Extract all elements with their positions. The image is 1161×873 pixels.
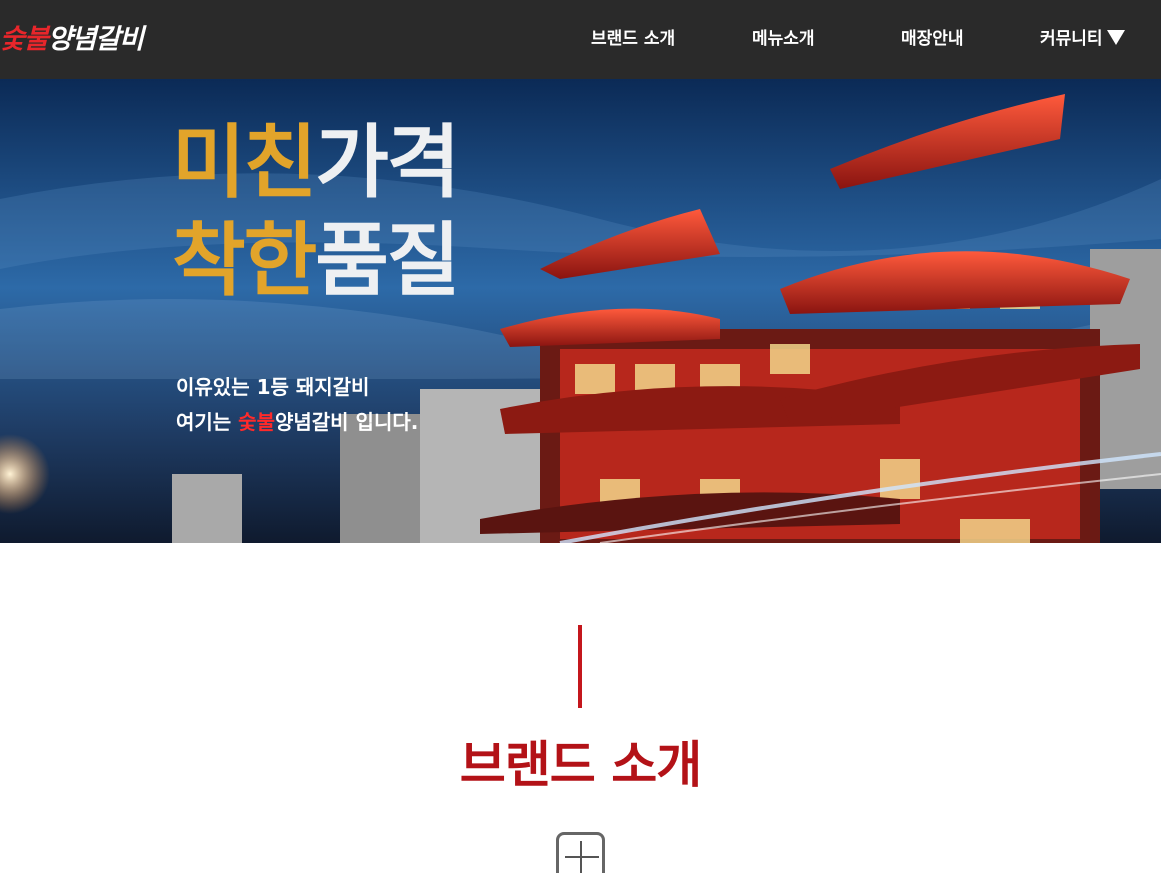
nav-item-label: 브랜드 소개	[591, 29, 676, 49]
more-plus-button[interactable]	[556, 832, 605, 873]
nav-item-label: 커뮤니티	[1040, 29, 1103, 49]
hero-subtitle-suffix: 입니다.	[348, 410, 419, 434]
nav-item-menu[interactable]: 메뉴소개	[752, 0, 815, 79]
hero-subtitle-red: 숯불	[238, 410, 275, 434]
hero-headline-white: 가격	[315, 116, 460, 209]
main-nav: 브랜드 소개 메뉴소개 매장안내 커뮤니티	[0, 0, 1161, 79]
nav-item-stores[interactable]: 매장안내	[901, 0, 964, 79]
hero-banner: 미친가격 착한품질 이유있는 1등 돼지갈비 여기는 숯불양념갈비 입니다.	[0, 79, 1161, 543]
hero-subtitle-prefix: 여기는	[176, 410, 239, 434]
nav-item-label: 메뉴소개	[752, 29, 815, 49]
hero-headline-line2: 착한품질	[172, 221, 460, 301]
hero-headline-white: 품질	[315, 214, 460, 307]
hero-subtitle-line2: 여기는 숯불양념갈비 입니다.	[176, 412, 418, 432]
nav-item-community[interactable]: 커뮤니티	[1040, 0, 1125, 79]
hero-subtitle-line1: 이유있는 1등 돼지갈비	[176, 375, 370, 399]
nav-item-brand[interactable]: 브랜드 소개	[591, 0, 675, 79]
hero-headline-gold: 미친	[172, 116, 317, 209]
section-title: 브랜드 소개	[459, 736, 702, 794]
hero-subtitle-brand: 양념갈비	[274, 410, 349, 434]
hero-headline-line1: 미친가격	[172, 123, 460, 203]
site-header: 숯불양념갈비 브랜드 소개 메뉴소개 매장안내 커뮤니티	[0, 0, 1161, 79]
hero-headline-gold: 착한	[172, 214, 317, 307]
section-divider	[578, 625, 582, 708]
caret-down-icon	[1106, 30, 1125, 45]
nav-item-label: 매장안내	[901, 29, 964, 49]
